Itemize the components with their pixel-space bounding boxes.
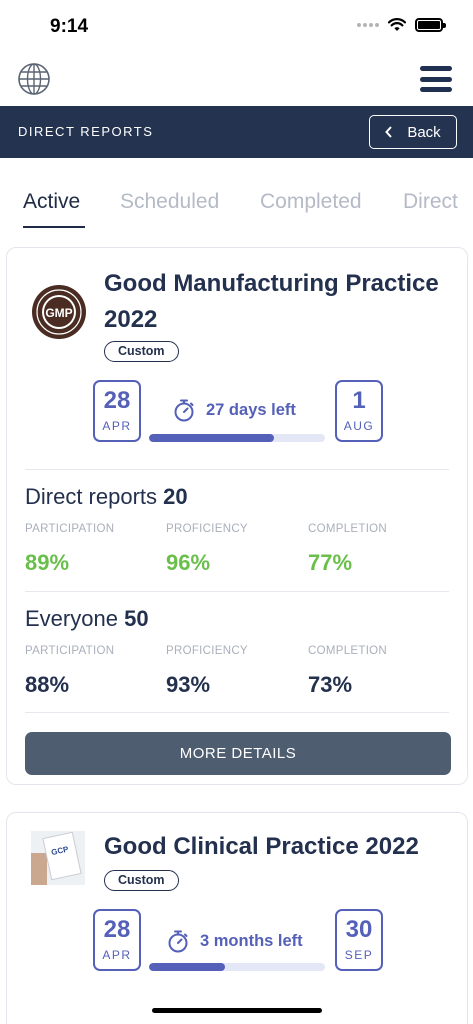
page-title: DIRECT REPORTS [18, 124, 154, 139]
dr-proficiency-label: PROFICIENCY [166, 523, 248, 535]
chevron-left-icon [385, 126, 393, 138]
time-progress-fill [149, 963, 225, 971]
tab-bar: Active Scheduled Completed Direct [0, 158, 473, 230]
tab-scheduled[interactable]: Scheduled [120, 190, 219, 214]
everyone-heading: Everyone 50 [25, 606, 149, 632]
countdown: 27 days left [172, 398, 296, 422]
course-card: GCP Good Clinical Practice 2022 Custom 2… [6, 812, 468, 1024]
nav-bar: DIRECT REPORTS Back [0, 106, 473, 158]
divider [25, 591, 449, 592]
gmp-logo: GMP [32, 285, 86, 339]
back-label: Back [407, 123, 441, 141]
app-header [0, 54, 473, 106]
wifi-icon [388, 18, 406, 31]
end-day: 30 [345, 916, 373, 943]
home-indicator [152, 1008, 322, 1013]
start-date: 28 APR [93, 380, 141, 442]
dr-participation-value: 89% [25, 550, 70, 575]
custom-badge: Custom [104, 341, 179, 362]
end-month: AUG [343, 419, 375, 433]
back-button[interactable]: Back [369, 115, 457, 149]
gmp-logo-text: GMP [45, 306, 72, 320]
cellular-signal-icon [357, 23, 379, 27]
course-title[interactable]: Good Clinical Practice 2022 [104, 829, 454, 865]
divider [25, 712, 449, 713]
dr-proficiency-value: 96% [166, 550, 211, 575]
menu-icon[interactable] [420, 66, 452, 92]
status-icons [357, 18, 446, 32]
days-left: 27 days left [206, 400, 296, 419]
start-day: 28 [103, 916, 131, 943]
course-title[interactable]: Good Manufacturing Practice 2022 [104, 266, 454, 338]
ev-proficiency-label: PROFICIENCY [166, 645, 248, 657]
battery-icon [415, 18, 446, 32]
time-progress-fill [149, 434, 274, 442]
dr-completion-value: 77% [308, 550, 353, 575]
ev-completion-value: 73% [308, 672, 353, 697]
countdown: 3 months left [166, 929, 303, 953]
status-time: 9:14 [50, 16, 89, 37]
start-date: 28 APR [93, 909, 141, 971]
status-bar: 9:14 [0, 0, 473, 54]
end-day: 1 [352, 387, 366, 414]
ev-proficiency-value: 93% [166, 672, 211, 697]
months-left: 3 months left [200, 931, 303, 950]
tab-active[interactable]: Active [23, 190, 80, 214]
ev-completion-label: COMPLETION [308, 645, 388, 657]
custom-badge: Custom [104, 870, 179, 891]
direct-reports-heading: Direct reports 20 [25, 484, 188, 510]
more-details-button[interactable]: MORE DETAILS [25, 732, 451, 775]
end-month: SEP [344, 948, 374, 962]
start-day: 28 [103, 387, 131, 414]
divider [25, 469, 449, 470]
time-progress-bar [149, 434, 325, 442]
start-month: APR [102, 948, 132, 962]
stopwatch-icon [174, 399, 194, 422]
tab-completed[interactable]: Completed [260, 190, 362, 214]
ev-participation-label: PARTICIPATION [25, 645, 115, 657]
everyone-label: Everyone [25, 606, 118, 631]
end-date: 30 SEP [335, 909, 383, 971]
direct-reports-label: Direct reports [25, 484, 158, 509]
globe-icon[interactable] [17, 62, 51, 96]
active-tab-indicator [23, 226, 85, 228]
dr-completion-label: COMPLETION [308, 523, 388, 535]
end-date: 1 AUG [335, 380, 383, 442]
course-card: GMP Good Manufacturing Practice 2022 Cus… [6, 247, 468, 785]
start-month: APR [102, 419, 132, 433]
everyone-count: 50 [124, 606, 149, 631]
tab-direct[interactable]: Direct [403, 190, 458, 214]
dr-participation-label: PARTICIPATION [25, 523, 115, 535]
stopwatch-icon [168, 930, 188, 953]
direct-reports-count: 20 [163, 484, 188, 509]
gcp-logo: GCP [31, 831, 85, 885]
time-progress-bar [149, 963, 325, 971]
ev-participation-value: 88% [25, 672, 70, 697]
